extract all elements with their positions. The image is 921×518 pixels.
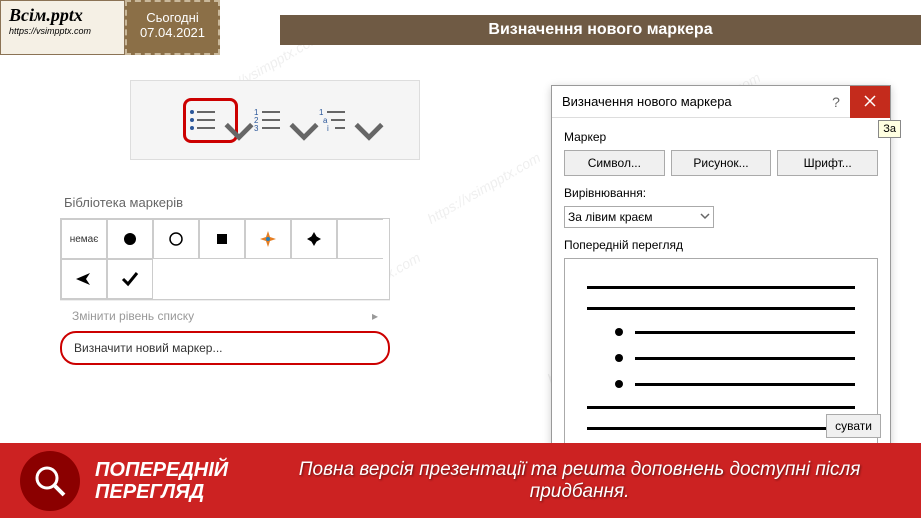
numbered-list-button[interactable]: 1 2 3 [248,98,303,143]
marker-library-panel: Бібліотека маркерів немає [60,195,390,365]
preview-line [635,357,855,360]
marker-none[interactable]: немає [61,219,107,259]
bullet-list-icon [187,104,219,136]
magnifier-icon [20,451,80,511]
disc-icon [120,229,140,249]
chevron-down-icon[interactable] [353,115,363,125]
cancel-button[interactable]: сувати [826,414,881,438]
square-icon [212,229,232,249]
close-icon [863,94,877,108]
chevron-right-icon: ▸ [372,309,378,323]
preview-line [587,427,855,430]
define-new-marker[interactable]: Визначити новий маркер... [60,331,390,365]
svg-text:3: 3 [254,124,259,133]
dialog-title: Визначення нового маркера [562,94,822,109]
marker-label: Маркер [564,130,878,144]
marker-circle[interactable] [153,219,199,259]
help-button[interactable]: ? [822,94,850,110]
chevron-down-icon [700,210,710,224]
marker-check[interactable] [107,259,153,299]
watermark: https://vsimpptx.com [425,149,543,227]
preview-bullet-line [615,354,855,362]
preview-bullet-line [615,380,855,388]
picture-button[interactable]: Рисунок... [671,150,772,176]
preview-label: Попередній перегляд [564,238,878,252]
footer-banner: ПОПЕРЕДНІЙ ПЕРЕГЛЯД Повна версія презент… [0,443,921,518]
svg-text:i: i [327,124,329,133]
date-value: 07.04.2021 [131,25,214,40]
check-icon [120,269,140,289]
marker-arrow[interactable] [61,259,107,299]
logo-url: https://vsimpptx.com [9,26,116,36]
alignment-value: За лівим краєм [568,210,653,224]
dialog-titlebar: Визначення нового маркера ? [552,86,890,118]
date-badge: Сьогодні 07.04.2021 [125,0,220,55]
logo-text: Всім.pptx [9,5,116,26]
diamonds-icon [304,229,324,249]
chevron-down-icon[interactable] [223,115,233,125]
ribbon-list-section: 1 2 3 1 a i [130,80,420,160]
arrow-icon [74,269,94,289]
numbered-list-icon: 1 2 3 [252,104,284,136]
bullet-icon [615,354,623,362]
chevron-down-icon[interactable] [288,115,298,125]
preview-bullet-line [615,328,855,336]
library-title: Бібліотека маркерів [60,195,390,210]
logo-badge: Всім.pptx https://vsimpptx.com [0,0,125,55]
marker-disc[interactable] [107,219,153,259]
footer-text: Повна версія презентації та решта доповн… [258,459,901,503]
multilevel-list-icon: 1 a i [317,104,349,136]
page-title: Визначення нового маркера [280,15,921,45]
marker-diamonds[interactable] [291,219,337,259]
circle-icon [166,229,186,249]
preview-line [587,307,855,310]
marker-square[interactable] [199,219,245,259]
change-level-label: Змінити рівень списку [72,309,194,323]
preview-line [587,286,855,289]
today-label: Сьогодні [131,10,214,25]
marker-spacer [337,219,383,259]
symbol-button[interactable]: Символ... [564,150,665,176]
diamond4-icon [258,229,278,249]
close-button[interactable] [850,86,890,118]
tooltip: За [878,120,901,138]
footer-label-line2: ПЕРЕГЛЯД [95,481,228,503]
preview-line [587,406,855,409]
bullet-list-button[interactable] [183,98,238,143]
marker-grid: немає [60,218,390,300]
bullet-icon [615,380,623,388]
alignment-label: Вирівнювання: [564,186,878,200]
alignment-select[interactable]: За лівим краєм [564,206,714,228]
bullet-icon [615,328,623,336]
marker-diamond4[interactable] [245,219,291,259]
define-new-label: Визначити новий маркер... [74,341,222,355]
preview-line [635,331,855,334]
multilevel-list-button[interactable]: 1 a i [313,98,368,143]
footer-label-line1: ПОПЕРЕДНІЙ [95,459,228,481]
change-list-level[interactable]: Змінити рівень списку ▸ [60,300,390,331]
preview-line [635,383,855,386]
font-button[interactable]: Шрифт... [777,150,878,176]
footer-label: ПОПЕРЕДНІЙ ПЕРЕГЛЯД [95,459,228,503]
